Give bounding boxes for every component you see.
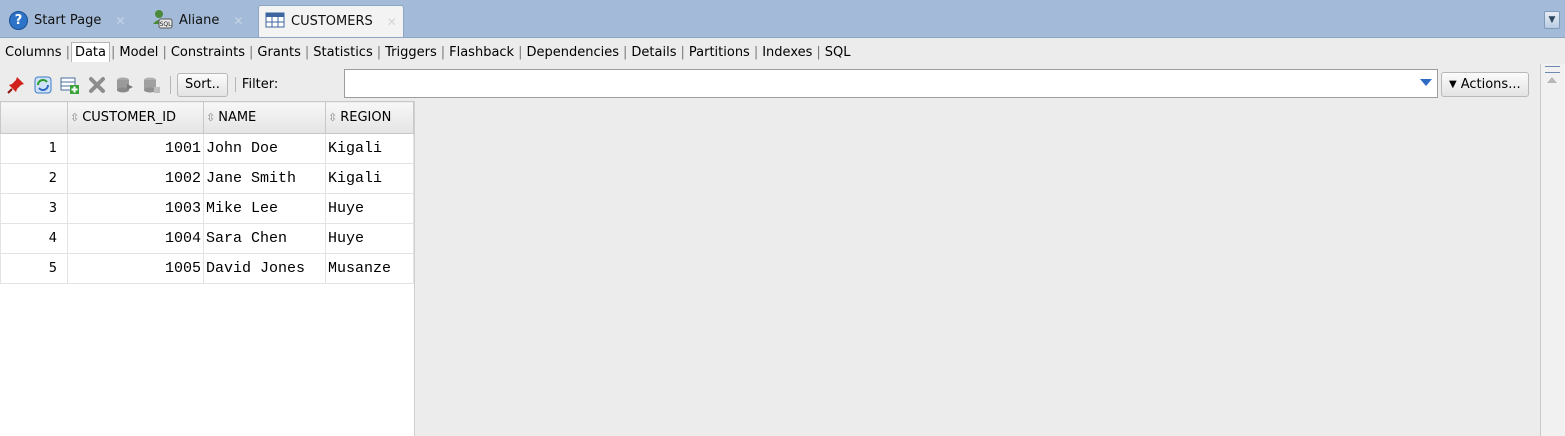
cell-name[interactable]: Sara Chen (203, 223, 326, 254)
subtab-flashback[interactable]: Flashback (446, 43, 517, 62)
actions-label: Actions... (1460, 77, 1521, 92)
row-number[interactable]: 2 (0, 163, 68, 194)
filter-input[interactable] (344, 69, 1438, 98)
subtab-triggers[interactable]: Triggers (382, 43, 440, 62)
subtab-columns[interactable]: Columns (2, 43, 65, 62)
cell-customer-id[interactable]: 1005 (67, 253, 204, 284)
cell-region[interactable]: Huye (325, 193, 414, 224)
subtab-details[interactable]: Details (628, 43, 679, 62)
delete-row-icon[interactable] (86, 74, 108, 96)
tab-start-page[interactable]: ? Start Page ✕ (3, 5, 131, 36)
subtab-constraints[interactable]: Constraints (168, 43, 248, 62)
insert-row-icon[interactable] (59, 74, 81, 96)
tab-label: Aliane (179, 13, 220, 28)
close-icon[interactable]: ✕ (233, 14, 243, 28)
table-row[interactable]: 1 1001 John Doe Kigali (0, 133, 414, 164)
subtab-statistics[interactable]: Statistics (310, 43, 375, 62)
column-header-region[interactable]: ⇳ REGION (325, 101, 414, 134)
commit-icon[interactable] (113, 74, 135, 96)
cell-region[interactable]: Kigali (325, 133, 414, 164)
help-icon: ? (9, 11, 28, 30)
row-number[interactable]: 3 (0, 193, 68, 224)
subtab-data[interactable]: Data (70, 42, 110, 62)
tab-label: CUSTOMERS (291, 14, 373, 29)
row-number[interactable]: 5 (0, 253, 68, 284)
data-grid: ⇳ CUSTOMER_ID ⇳ NAME ⇳ REGION 1 1001 John D… (0, 101, 414, 284)
table-row[interactable]: 4 1004 Sara Chen Huye (0, 223, 414, 254)
cell-region[interactable]: Musanze (325, 253, 414, 284)
tab-customers[interactable]: CUSTOMERS ✕ (258, 5, 404, 37)
pin-icon[interactable] (5, 74, 27, 96)
cell-customer-id[interactable]: 1001 (67, 133, 204, 164)
sort-icon: ⇳ (70, 111, 80, 124)
refresh-icon[interactable] (32, 74, 54, 96)
caret-down-icon: ▼ (1449, 79, 1457, 90)
table-row[interactable]: 2 1002 Jane Smith Kigali (0, 163, 414, 194)
filter-label: Filter: (234, 77, 278, 92)
editor-tab-bar: ? Start Page ✕ SQL Aliane ✕ CUSTOMERS ✕ … (0, 0, 1565, 38)
column-header-customer-id[interactable]: ⇳ CUSTOMER_ID (67, 101, 204, 134)
scrollbar-grip-icon[interactable] (1545, 66, 1560, 73)
row-number[interactable]: 4 (0, 223, 68, 254)
table-row[interactable]: 3 1003 Mike Lee Huye (0, 193, 414, 224)
scroll-up-icon[interactable] (1547, 77, 1557, 83)
tab-list-dropdown[interactable]: ▼ (1544, 11, 1560, 29)
sort-icon: ⇳ (206, 111, 216, 124)
svg-text:SQL: SQL (160, 21, 173, 28)
subtab-dependencies[interactable]: Dependencies (523, 43, 622, 62)
cell-customer-id[interactable]: 1002 (67, 163, 204, 194)
toolbar-divider (170, 75, 171, 94)
sort-icon: ⇳ (328, 111, 338, 124)
tab-aliane[interactable]: SQL Aliane ✕ (145, 5, 249, 36)
data-toolbar: Sort.. Filter: ▼ Actions... (0, 68, 1540, 101)
close-icon[interactable]: ✕ (115, 14, 125, 28)
cell-name[interactable]: David Jones (203, 253, 326, 284)
sort-button[interactable]: Sort.. (177, 72, 228, 97)
close-icon[interactable]: ✕ (387, 15, 397, 29)
data-grid-area: ⇳ CUSTOMER_ID ⇳ NAME ⇳ REGION 1 1001 John D… (0, 101, 1540, 436)
vertical-scrollbar[interactable] (1540, 64, 1565, 436)
chevron-down-icon: ▼ (1548, 15, 1556, 25)
cell-customer-id[interactable]: 1003 (67, 193, 204, 224)
actions-button[interactable]: ▼ Actions... (1441, 72, 1529, 97)
tab-label: Start Page (34, 13, 102, 28)
subtab-model[interactable]: Model (116, 43, 161, 62)
subtab-partitions[interactable]: Partitions (686, 43, 753, 62)
row-number[interactable]: 1 (0, 133, 68, 164)
cell-name[interactable]: John Doe (203, 133, 326, 164)
table-row[interactable]: 5 1005 David Jones Musanze (0, 253, 414, 284)
subtab-grants[interactable]: Grants (254, 43, 304, 62)
subtab-sql[interactable]: SQL (822, 43, 854, 62)
cell-name[interactable]: Mike Lee (203, 193, 326, 224)
subtab-indexes[interactable]: Indexes (759, 43, 815, 62)
row-header-corner (0, 101, 68, 134)
filter-history-dropdown-icon[interactable] (1420, 79, 1432, 86)
cell-region[interactable]: Kigali (325, 163, 414, 194)
cell-customer-id[interactable]: 1004 (67, 223, 204, 254)
column-header-name[interactable]: ⇳ NAME (203, 101, 326, 134)
table-icon (265, 12, 285, 32)
cell-name[interactable]: Jane Smith (203, 163, 326, 194)
object-subtabs: Columns | Data | Model | Constraints | Grant… (0, 37, 1540, 67)
cell-region[interactable]: Huye (325, 223, 414, 254)
sql-connection-icon: SQL (151, 8, 173, 34)
rollback-icon[interactable] (140, 74, 162, 96)
